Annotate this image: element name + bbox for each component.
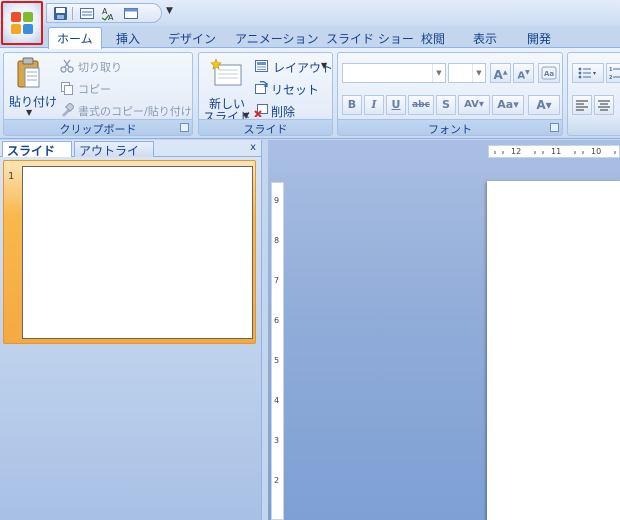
vertical-ruler: 9 8 7 6 5 4 3 2: [271, 182, 284, 520]
slides-tab[interactable]: スライド: [2, 141, 72, 158]
delete-button[interactable]: 削除: [271, 103, 295, 120]
font-color-label: A: [536, 98, 546, 112]
new-slide-icon[interactable]: [209, 57, 243, 87]
bullets-button[interactable]: ▾: [572, 63, 604, 83]
cut-icon: [60, 59, 74, 73]
align-center-icon: [598, 100, 610, 111]
hruler-mark: 12: [511, 147, 522, 156]
font-launcher-icon[interactable]: [550, 123, 559, 132]
format-painter-icon: [62, 103, 74, 117]
tab-review[interactable]: 校閲: [413, 28, 453, 48]
svg-text:▾: ▾: [593, 70, 596, 77]
window-icon[interactable]: [123, 6, 139, 21]
save-icon[interactable]: [53, 6, 69, 21]
strikethrough-button[interactable]: abc: [408, 95, 434, 115]
align-left-icon: [576, 100, 588, 111]
numbering-icon: 1 2: [609, 67, 620, 81]
slide-thumbnail[interactable]: [22, 166, 253, 339]
text-shadow-button[interactable]: S: [436, 95, 456, 115]
character-spacing-button[interactable]: AV▾: [458, 95, 490, 115]
office-logo-icon: [11, 12, 33, 34]
vruler-mark: 7: [274, 276, 280, 285]
tab-animation[interactable]: アニメーション: [227, 28, 327, 48]
slide-thumbnail-number: 1: [8, 171, 15, 182]
italic-button[interactable]: I: [364, 95, 384, 115]
bold-button[interactable]: B: [342, 95, 362, 115]
office-button[interactable]: [1, 1, 43, 45]
font-group-label: フォント: [338, 119, 562, 136]
vruler-mark: 4: [274, 396, 280, 405]
clipboard-group-label: クリップボード: [4, 119, 192, 136]
ribbon-tabs: ホーム 挿入 デザイン アニメーション スライド ショー 校閲 表示 開発: [46, 26, 620, 49]
spelling-icon[interactable]: A A: [101, 6, 117, 21]
tab-developer[interactable]: 開発: [519, 28, 559, 48]
pane-tabs: スライド アウトライン x: [0, 140, 262, 175]
svg-text:Aa: Aa: [544, 70, 554, 78]
copy-icon: [61, 82, 73, 95]
paste-icon[interactable]: [16, 57, 42, 91]
svg-text:2: 2: [609, 75, 613, 80]
reset-icon: [255, 81, 268, 94]
shrink-font-button[interactable]: A▼: [513, 63, 534, 83]
tab-slideshow[interactable]: スライド ショー: [318, 28, 422, 48]
bullets-icon: ▾: [578, 67, 596, 79]
cut-button[interactable]: 切り取り: [78, 59, 122, 75]
delete-icon: [254, 104, 268, 117]
change-case-label: Aa: [497, 98, 514, 111]
vruler-mark: 2: [274, 476, 280, 485]
clipboard-launcher-icon[interactable]: [180, 123, 189, 132]
underline-button[interactable]: U: [386, 95, 406, 115]
layout-icon: [255, 60, 268, 72]
paste-dropdown-icon[interactable]: ▼: [26, 108, 32, 117]
font-name-dropdown-icon[interactable]: ▼: [432, 64, 445, 82]
svg-text:A: A: [108, 13, 114, 21]
clear-formatting-button[interactable]: Aa: [538, 63, 560, 83]
font-size-combo[interactable]: ▼: [448, 63, 486, 83]
vruler-mark: 5: [274, 356, 280, 365]
reset-button[interactable]: リセット: [271, 81, 319, 98]
clipboard-group: 貼り付け ▼ 切り取り コピー 書式のコピー/貼り付け クリップボード: [3, 52, 193, 136]
svg-text:1: 1: [609, 67, 613, 73]
tab-view[interactable]: 表示: [465, 28, 505, 48]
qat-customize-icon[interactable]: ▼: [166, 6, 173, 16]
tab-home[interactable]: ホーム: [48, 27, 102, 49]
layout-dropdown-icon[interactable]: ▼: [321, 61, 327, 70]
change-case-button[interactable]: Aa▾: [492, 95, 524, 115]
slide-canvas[interactable]: [487, 181, 620, 520]
outline-tab[interactable]: アウトライン: [74, 141, 154, 175]
font-group: ▼ ▼ A▲ A▼ Aa B I U abc S AV▾ Aa▾ A▾ フォント: [337, 52, 563, 136]
slide-view-icon[interactable]: [79, 6, 95, 21]
vruler-mark: 8: [274, 236, 280, 245]
font-color-button[interactable]: A▾: [528, 95, 560, 115]
slides-group: 新しい スライド ▼ レイアウト ▼ リセット 削除 スライド: [198, 52, 333, 136]
tab-insert[interactable]: 挿入: [108, 28, 148, 48]
slides-group-label: スライド: [199, 119, 332, 136]
align-left-button[interactable]: [572, 95, 592, 115]
pane-close-icon[interactable]: x: [250, 142, 256, 153]
ribbon: 貼り付け ▼ 切り取り コピー 書式のコピー/貼り付け クリップボード 新しい …: [0, 47, 620, 139]
numbering-button[interactable]: 1 2: [606, 63, 620, 83]
paragraph-group: ▾ 1 2: [567, 52, 620, 136]
hruler-mark: 10: [591, 147, 602, 156]
vruler-mark: 9: [274, 196, 280, 205]
tab-design[interactable]: デザイン: [160, 28, 224, 48]
font-size-dropdown-icon[interactable]: ▼: [472, 64, 485, 82]
hruler-mark: 11: [551, 147, 562, 156]
format-painter-button[interactable]: 書式のコピー/貼り付け: [78, 103, 192, 119]
copy-button[interactable]: コピー: [78, 81, 111, 97]
align-center-button[interactable]: [594, 95, 614, 115]
vruler-mark: 6: [274, 316, 280, 325]
quick-access-toolbar: A A: [46, 3, 162, 23]
paste-button[interactable]: 貼り付け: [9, 93, 57, 110]
horizontal-ruler: 12 11 10: [488, 145, 620, 158]
qat-separator: [72, 7, 73, 20]
font-name-combo[interactable]: ▼: [342, 63, 446, 83]
slide-edit-area[interactable]: 12 11 10 9 8 7 6 5 4 3 2: [268, 140, 620, 520]
grow-font-button[interactable]: A▲: [490, 63, 511, 83]
vruler-mark: 3: [274, 436, 280, 445]
clear-formatting-icon: Aa: [541, 66, 557, 80]
character-spacing-label: AV: [464, 99, 479, 110]
